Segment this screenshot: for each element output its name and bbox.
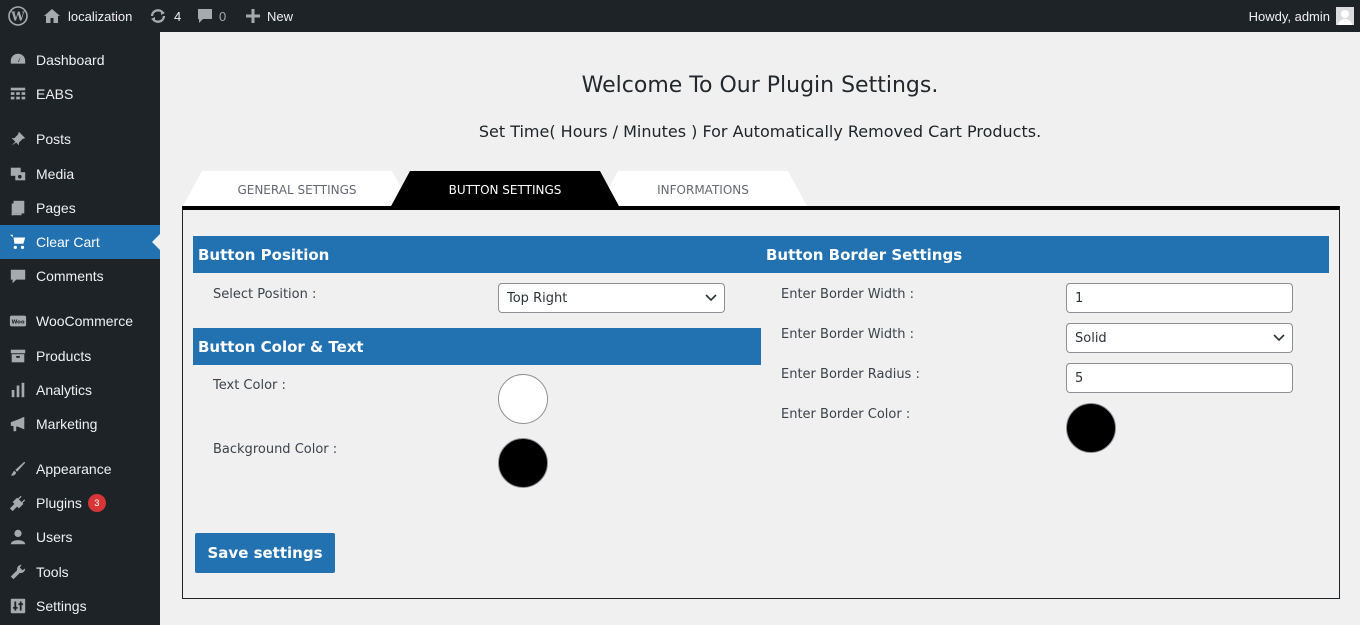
my-account-link[interactable]: Howdy, admin [1249,0,1354,32]
sidebar-item-label: Clear Cart [36,234,100,250]
svg-text:W: W [10,10,25,24]
pages-icon [8,198,28,218]
border-radius-input[interactable] [1066,363,1293,393]
sidebar-item-appearance[interactable]: Appearance [0,452,160,486]
sidebar-item-eabs[interactable]: EABS [0,77,160,111]
sidebar-item-clear-cart[interactable]: Clear Cart [0,225,160,259]
sidebar-item-label: Analytics [36,382,93,398]
tab-button-settings[interactable]: BUTTON SETTINGS [390,171,620,208]
avatar [1336,7,1354,25]
background-color-swatch[interactable] [498,438,548,488]
chevron-down-icon [705,294,717,302]
svg-text:Woo: Woo [11,319,24,325]
updates-link[interactable]: 4 [148,0,181,32]
page-subtitle: Set Time( Hours / Minutes ) For Automati… [478,122,1042,141]
tab-general-label: GENERAL SETTINGS [237,182,357,197]
border-style-select[interactable]: Solid [1066,323,1293,353]
border-width-input[interactable] [1066,283,1293,313]
border-style-value: Solid [1075,330,1107,346]
border-style-label: Enter Border Width : [781,327,915,342]
tab-button-label: BUTTON SETTINGS [448,182,562,197]
sidebar-item-label: EABS [36,86,74,102]
sidebar-item-media[interactable]: Media [0,157,160,191]
dashboard-icon [8,50,28,70]
tab-general-settings[interactable]: GENERAL SETTINGS [182,171,412,208]
tab-info-label: INFORMATIONS [657,182,749,197]
howdy-text: Howdy, admin [1248,8,1330,24]
sidebar-item-analytics[interactable]: Analytics [0,373,160,407]
comment-bubble-icon [197,8,213,24]
sliders-icon [8,596,28,616]
sidebar-item-posts[interactable]: Posts [0,122,160,156]
tab-informations[interactable]: INFORMATIONS [598,171,808,208]
button-border-header: Button Border Settings [761,236,1329,273]
sidebar-item-label: Media [36,166,75,182]
new-label: New [267,8,294,24]
refresh-icon [148,8,168,24]
border-radius-label: Enter Border Radius : [781,367,920,382]
plugin-icon [8,493,28,513]
home-icon [43,8,61,24]
page-title: Welcome To Our Plugin Settings. [581,73,939,98]
sidebar-item-products[interactable]: Products [0,339,160,373]
sidebar-item-label: Users [36,529,73,545]
pin-icon [8,129,28,149]
cart-icon [8,232,28,252]
border-color-label: Enter Border Color : [781,407,911,422]
sidebar-item-comments[interactable]: Comments [0,259,160,293]
chart-icon [8,380,28,400]
woo-icon: Woo [8,311,28,331]
brush-icon [8,459,28,479]
new-content-link[interactable]: New [246,0,293,32]
border-color-swatch[interactable] [1066,403,1116,453]
sidebar-item-pages[interactable]: Pages [0,191,160,225]
sidebar-item-label: Dashboard [36,52,105,68]
sidebar-item-users[interactable]: Users [0,520,160,554]
button-color-header: Button Color & Text [193,328,761,365]
sidebar-item-label: WooCommerce [36,313,133,329]
plus-icon [246,9,260,23]
update-count-badge: 3 [87,494,106,512]
sidebar-item-plugins[interactable]: Plugins 3 [0,486,160,520]
site-name: localization [68,8,133,24]
updates-count: 4 [174,8,182,24]
select-position-label: Select Position : [213,287,317,302]
admin-bar: W localization 4 0 New Howdy, admin [0,0,1360,32]
comments-link[interactable]: 0 [197,0,226,32]
background-color-label: Background Color : [213,442,338,457]
grid-icon [8,84,28,104]
wordpress-logo-icon[interactable]: W [6,0,30,32]
sidebar-item-label: Comments [36,268,104,284]
save-settings-button[interactable]: Save settings [195,533,335,573]
position-select[interactable]: Top Right [498,283,725,313]
sidebar-item-label: Posts [36,131,72,147]
user-icon [8,527,28,547]
text-color-label: Text Color : [213,378,286,393]
sidebar-item-woocommerce[interactable]: Woo WooCommerce [0,304,160,338]
text-color-swatch[interactable] [498,374,548,424]
position-select-value: Top Right [507,290,568,306]
sidebar-item-dashboard[interactable]: Dashboard [0,43,160,77]
sidebar-item-tools[interactable]: Tools [0,555,160,589]
chevron-down-icon [1273,334,1285,342]
sidebar-item-label: Pages [36,200,76,216]
sidebar-item-label: Tools [36,564,69,580]
button-position-header: Button Position [193,236,761,273]
sidebar-item-settings[interactable]: Settings [0,589,160,623]
comment-icon [8,266,28,286]
wrench-icon [8,562,28,582]
archive-icon [8,346,28,366]
sidebar-item-label: Products [36,348,92,364]
admin-sidebar: Dashboard EABS Posts Media Pages Clear Cart Co… [0,32,160,625]
media-icon [8,164,28,184]
comments-count: 0 [219,8,227,24]
sidebar-item-label: Marketing [36,416,98,432]
megaphone-icon [8,414,28,434]
sidebar-item-label: Settings [36,598,87,614]
sidebar-item-label: Appearance [36,461,112,477]
sidebar-item-marketing[interactable]: Marketing [0,407,160,441]
border-width-label: Enter Border Width : [781,287,915,302]
site-name-link[interactable]: localization [43,0,132,32]
sidebar-item-label: Plugins [36,495,82,511]
